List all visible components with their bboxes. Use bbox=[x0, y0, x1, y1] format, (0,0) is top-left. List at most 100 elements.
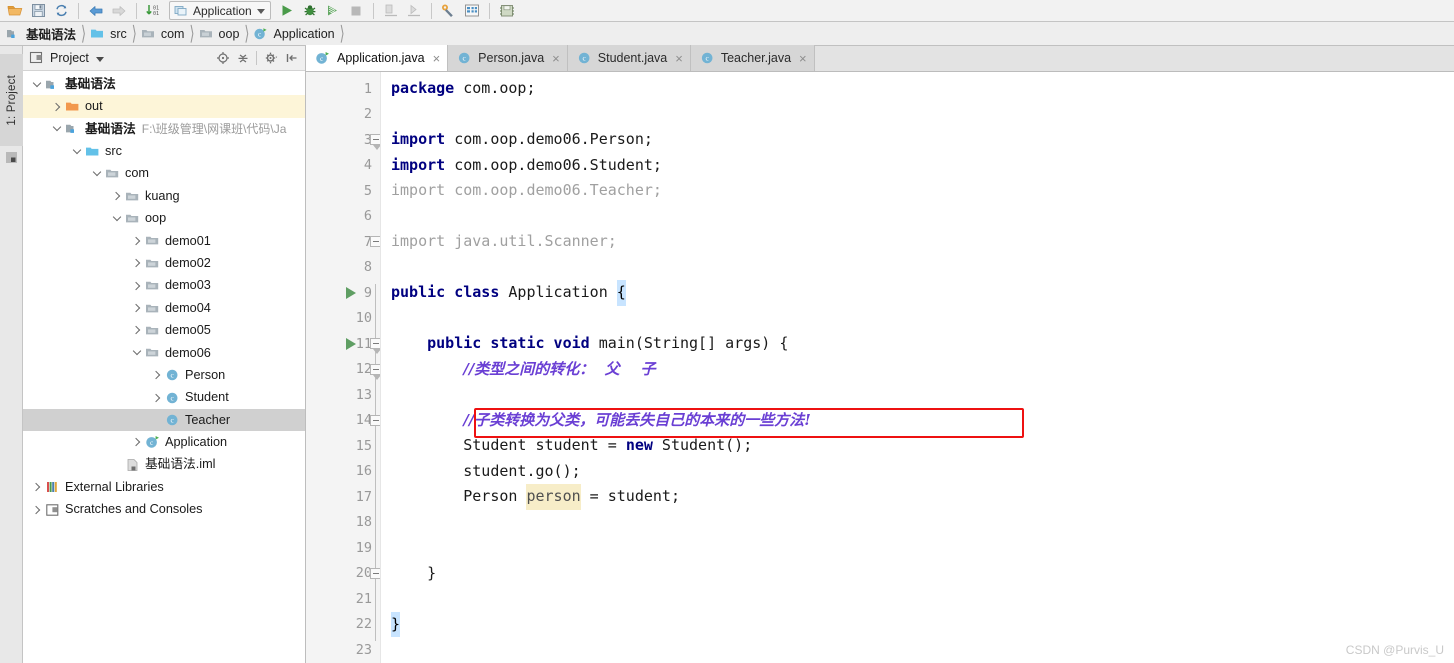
editor-tab[interactable]: c Person.java × bbox=[448, 45, 568, 71]
tool-window-tab-project[interactable]: 1: Project bbox=[0, 54, 23, 146]
tree-row[interactable]: 基础语法.iml bbox=[23, 454, 305, 476]
tree-row[interactable]: 基础语法 F:\班级管理\网课班\代码\Ja bbox=[23, 118, 305, 140]
code-line[interactable] bbox=[381, 382, 1454, 408]
sdk-icon[interactable] bbox=[496, 1, 518, 21]
tree-row[interactable]: out bbox=[23, 95, 305, 118]
chevron-right-icon[interactable] bbox=[109, 185, 124, 207]
chevron-right-icon[interactable] bbox=[129, 275, 144, 297]
code-line[interactable]: //子类转换为父类，可能丢失自己的本来的一些方法! bbox=[381, 408, 1454, 434]
chevron-down-icon[interactable] bbox=[29, 73, 44, 95]
code-line[interactable]: Person person = student; bbox=[381, 484, 1454, 510]
code-line[interactable]: import com.oop.demo06.Student; bbox=[381, 153, 1454, 179]
breadcrumb-item-com[interactable]: com bbox=[141, 22, 189, 46]
run-line-marker-icon[interactable] bbox=[346, 287, 356, 299]
tree-row[interactable]: c Student bbox=[23, 386, 305, 408]
close-icon[interactable]: × bbox=[797, 52, 807, 65]
chevron-right-icon[interactable] bbox=[149, 387, 164, 409]
tree-row[interactable]: Scratches and Consoles bbox=[23, 498, 305, 520]
code-line[interactable]: public static void main(String[] args) { bbox=[381, 331, 1454, 357]
code-line[interactable] bbox=[381, 204, 1454, 230]
close-icon[interactable]: × bbox=[550, 52, 560, 65]
chevron-down-icon[interactable] bbox=[49, 118, 64, 140]
hide-panel-icon[interactable] bbox=[282, 49, 301, 68]
tree-row[interactable]: com bbox=[23, 163, 305, 185]
code-line[interactable]: student.go(); bbox=[381, 459, 1454, 485]
chevron-right-icon[interactable] bbox=[129, 297, 144, 319]
run-line-marker-icon[interactable] bbox=[346, 338, 356, 350]
chevron-right-icon[interactable] bbox=[129, 230, 144, 252]
code-line[interactable]: import com.oop.demo06.Teacher; bbox=[381, 178, 1454, 204]
code-line[interactable]: import java.util.Scanner; bbox=[381, 229, 1454, 255]
code-line[interactable]: public class Application { bbox=[381, 280, 1454, 306]
settings-wrench-icon[interactable] bbox=[438, 1, 460, 21]
chevron-right-icon[interactable] bbox=[149, 364, 164, 386]
debug-icon[interactable] bbox=[299, 1, 321, 21]
chevron-right-icon[interactable] bbox=[49, 96, 64, 118]
chevron-right-icon[interactable] bbox=[29, 499, 44, 521]
settings-gear-icon[interactable] bbox=[262, 49, 281, 68]
code-line[interactable]: Student student = new Student(); bbox=[381, 433, 1454, 459]
compile-icon[interactable]: 01 01 bbox=[143, 1, 165, 21]
code-line[interactable]: package com.oop; bbox=[381, 76, 1454, 102]
project-structure-icon[interactable] bbox=[461, 1, 483, 21]
code-line[interactable]: } bbox=[381, 611, 1454, 637]
locate-icon[interactable] bbox=[213, 49, 232, 68]
tree-row[interactable]: demo05 bbox=[23, 319, 305, 341]
tree-row[interactable]: kuang bbox=[23, 185, 305, 207]
chevron-down-icon[interactable] bbox=[95, 56, 104, 62]
code-line[interactable]: //类型之间的转化： 父 子 bbox=[381, 357, 1454, 383]
chevron-right-icon[interactable] bbox=[29, 476, 44, 498]
code-line[interactable]: } bbox=[381, 561, 1454, 587]
save-all-icon[interactable] bbox=[27, 1, 49, 21]
tree-row[interactable]: External Libraries bbox=[23, 476, 305, 498]
code-line[interactable] bbox=[381, 586, 1454, 612]
code-line[interactable] bbox=[381, 510, 1454, 536]
breadcrumb-item-class[interactable]: c Application bbox=[253, 22, 338, 46]
tree-row[interactable]: c Teacher bbox=[23, 408, 305, 432]
sync-icon[interactable] bbox=[50, 1, 72, 21]
code-line[interactable] bbox=[381, 255, 1454, 281]
tree-row[interactable]: demo04 bbox=[23, 297, 305, 319]
chevron-right-icon[interactable] bbox=[129, 319, 144, 341]
chevron-right-icon[interactable] bbox=[129, 431, 144, 453]
chevron-right-icon[interactable] bbox=[129, 252, 144, 274]
close-icon[interactable]: × bbox=[431, 52, 441, 65]
structure-icon[interactable] bbox=[4, 150, 19, 165]
code-line[interactable] bbox=[381, 637, 1454, 663]
back-icon[interactable] bbox=[85, 1, 107, 21]
code-text[interactable]: package com.oop; import com.oop.demo06.Pe… bbox=[380, 72, 1454, 663]
tree-row[interactable]: c Application bbox=[23, 431, 305, 453]
editor-tab[interactable]: c Teacher.java × bbox=[690, 45, 815, 71]
chevron-down-icon[interactable] bbox=[129, 342, 144, 364]
code-line[interactable] bbox=[381, 306, 1454, 332]
tree-row[interactable]: demo02 bbox=[23, 252, 305, 274]
chevron-down-icon[interactable] bbox=[109, 208, 124, 230]
code-line[interactable] bbox=[381, 102, 1454, 128]
code-line[interactable]: import com.oop.demo06.Person; bbox=[381, 127, 1454, 153]
tree-row[interactable]: demo01 bbox=[23, 230, 305, 252]
tree-row[interactable]: oop bbox=[23, 207, 305, 229]
tree-row[interactable]: src bbox=[23, 140, 305, 162]
editor-tab[interactable]: c Application.java × bbox=[306, 45, 449, 71]
close-icon[interactable]: × bbox=[673, 52, 683, 65]
breadcrumb-item-src[interactable]: src bbox=[90, 22, 131, 46]
tree-row[interactable]: 基础语法 bbox=[23, 73, 305, 95]
chevron-down-icon[interactable] bbox=[69, 140, 84, 162]
collapse-all-icon[interactable] bbox=[233, 49, 252, 68]
project-tree[interactable]: 基础语法 out 基础语法 F:\班级管理\网课班\代码\Ja src com kuang o… bbox=[23, 71, 305, 663]
tree-row[interactable]: demo06 bbox=[23, 342, 305, 364]
tree-row[interactable]: c Person bbox=[23, 364, 305, 386]
editor-gutter[interactable]: 1 2 3 4 5 6 7 8 9 10 11 12 13 14 15 16 17 18 19 20 21 22 23 bbox=[306, 72, 381, 663]
run-coverage-icon[interactable] bbox=[322, 1, 344, 21]
breadcrumb-item-project[interactable]: 基础语法 bbox=[6, 22, 80, 46]
editor-tab[interactable]: c Student.java × bbox=[567, 45, 691, 71]
code-line[interactable] bbox=[381, 535, 1454, 561]
breadcrumb-item-oop[interactable]: oop bbox=[199, 22, 244, 46]
chevron-down-icon[interactable] bbox=[89, 163, 104, 185]
run-icon[interactable] bbox=[276, 1, 298, 21]
code-editor[interactable]: 1 2 3 4 5 6 7 8 9 10 11 12 13 14 15 16 17 18 19 20 21 22 23 pa… bbox=[306, 72, 1454, 663]
tree-row[interactable]: demo03 bbox=[23, 275, 305, 297]
run-configuration-selector[interactable]: Application bbox=[169, 1, 271, 20]
forward-icon[interactable] bbox=[108, 1, 130, 21]
open-folder-icon[interactable] bbox=[4, 1, 26, 21]
